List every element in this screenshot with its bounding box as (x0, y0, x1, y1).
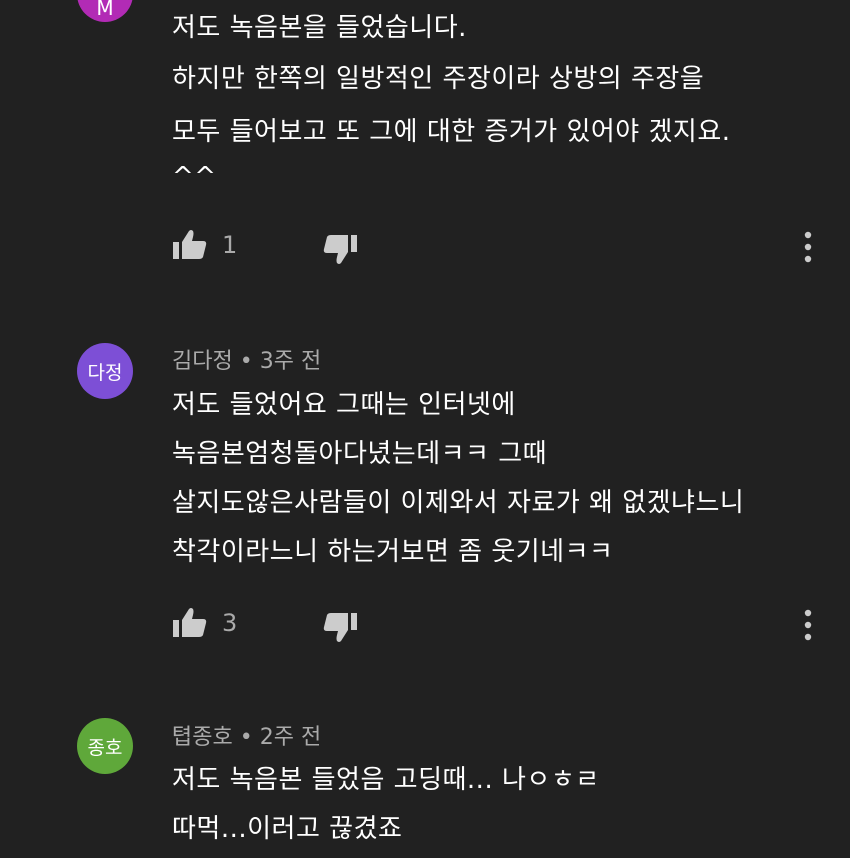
avatar[interactable]: 다정 (77, 343, 133, 399)
comment-actions: 1 (0, 227, 850, 267)
comment-text-line: 녹음본엄청돌아다녔는데ㅋㅋ 그때 (172, 439, 548, 469)
like-button[interactable] (170, 227, 210, 267)
comment-text-line: ^^ (172, 162, 217, 192)
like-button[interactable] (170, 605, 210, 645)
avatar[interactable]: 종호 (77, 718, 133, 774)
comment-body: 저도 들었어요 그때는 인터넷에 녹음본엄청돌아다녔는데ㅋㅋ 그때 살지도않은사… (172, 383, 822, 575)
comment-body: 저도 녹음본 들었음 고딩때... 나ㅇㅎㄹ 따먹...이러고 끊겼죠 (172, 758, 822, 852)
comment-meta: 김다정 • 3주 전 (172, 343, 321, 375)
comment-text-line: 저도 녹음본을 들었습니다. (172, 13, 467, 43)
more-options-button[interactable] (796, 227, 820, 267)
avatar-initials: 종호 (87, 736, 123, 759)
thumbs-down-icon (323, 613, 357, 642)
comment-text-line: 하지만 한쪽의 일방적인 주장이라 상방의 주장을 (172, 64, 705, 94)
thumbs-up-icon (173, 230, 207, 259)
more-options-button[interactable] (796, 605, 820, 645)
comment-text-line: 모두 들어보고 또 그에 대한 증거가 있어야 겠지요. (172, 117, 731, 147)
like-count: 1 (222, 231, 238, 259)
avatar-initials: 다정 (87, 361, 123, 384)
like-count: 3 (222, 609, 238, 637)
meta-separator: • (239, 725, 253, 750)
dislike-button[interactable] (320, 607, 360, 647)
comments-page: M 저도 녹음본을 들었습니다. 하지만 한쪽의 일방적인 주장이라 상방의 주… (0, 0, 850, 858)
thumbs-up-icon (173, 608, 207, 637)
avatar-initials: M (96, 0, 114, 20)
comment-text-line: 저도 녹음본 들었음 고딩때... 나ㅇㅎㄹ (172, 765, 600, 795)
comment-text-line: 살지도않은사람들이 이제와서 자료가 왜 없겠냐느니 (172, 488, 745, 518)
comment-text-line: 착각이라느니 하는거보면 좀 웃기네ㅋㅋ (172, 537, 614, 567)
dislike-button[interactable] (320, 229, 360, 269)
more-vert-icon (804, 609, 812, 641)
comment-text-line: 저도 들었어요 그때는 인터넷에 (172, 390, 516, 420)
author-name[interactable]: 김다정 (172, 349, 233, 374)
comment-text-line: 따먹...이러고 끊겼죠 (172, 814, 403, 844)
comment-meta: 텹종호 • 2주 전 (172, 719, 321, 751)
more-vert-icon (804, 231, 812, 263)
comment-timestamp[interactable]: 2주 전 (260, 725, 321, 750)
avatar[interactable]: M (77, 0, 133, 22)
comment-body: 저도 녹음본을 들었습니다. 하지만 한쪽의 일방적인 주장이라 상방의 주장을… (172, 6, 822, 200)
meta-separator: • (239, 349, 253, 374)
comment-actions: 3 (0, 605, 850, 645)
author-name[interactable]: 텹종호 (172, 725, 233, 750)
comment-timestamp[interactable]: 3주 전 (260, 349, 321, 374)
thumbs-down-icon (323, 235, 357, 264)
